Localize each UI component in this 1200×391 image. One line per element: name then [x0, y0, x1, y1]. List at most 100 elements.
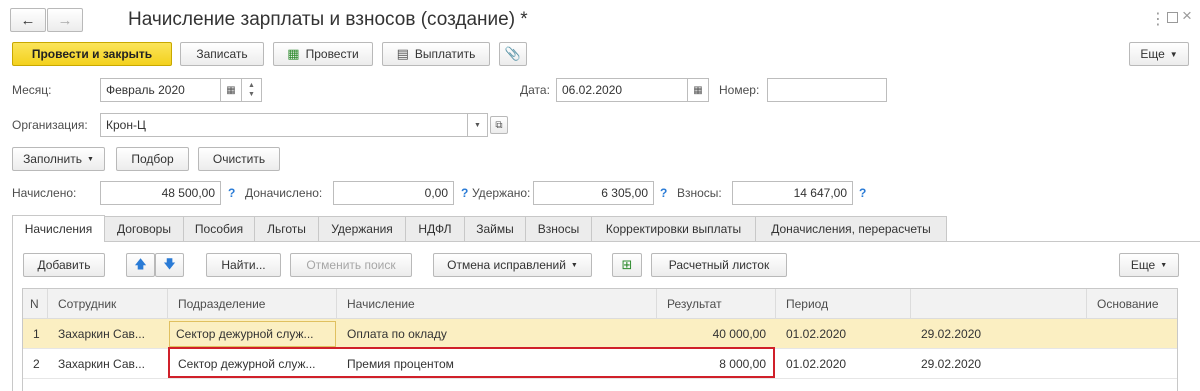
extra-accrued-field: 0,00	[333, 181, 454, 205]
more-button[interactable]: Еще ▼	[1129, 42, 1189, 66]
pick-button[interactable]: Подбор	[116, 147, 189, 171]
open-link-icon: ⧉	[495, 119, 503, 131]
organization-field[interactable]: Крон-Ц	[100, 113, 468, 137]
cell-period-end: 29.02.2020	[921, 327, 982, 341]
payment-document-icon: ▤	[396, 46, 409, 61]
post-and-close-button[interactable]: Провести и закрыть	[12, 42, 172, 66]
tab-loans[interactable]: Займы	[464, 216, 526, 241]
arrow-down-icon: 🡇	[163, 256, 176, 271]
month-label: Месяц:	[12, 83, 52, 97]
cell-employee: Захаркин Сав...	[58, 327, 145, 341]
cancel-corrections-button[interactable]: Отмена исправлений ▼	[433, 253, 592, 277]
grid-more-button[interactable]: Еще ▼	[1119, 253, 1179, 277]
open-organization-button[interactable]: ⧉	[490, 116, 508, 134]
table-row[interactable]: 1 Захаркин Сав... Сектор дежурной служ..…	[23, 319, 1177, 349]
tab-accruals[interactable]: Начисления	[12, 215, 105, 242]
column-header-period-end[interactable]	[911, 289, 1087, 319]
save-button[interactable]: Записать	[180, 42, 264, 66]
column-header-n[interactable]: N	[23, 289, 48, 319]
month-field[interactable]: Февраль 2020	[100, 78, 221, 102]
cell-accrual: Оплата по окладу	[347, 327, 447, 341]
attach-button[interactable]: 📎	[499, 42, 527, 66]
extra-accrued-help-icon[interactable]: ?	[461, 181, 468, 205]
maximize-icon[interactable]	[1167, 12, 1178, 23]
pay-button[interactable]: ▤ Выплатить	[382, 42, 490, 66]
tab-contracts[interactable]: Договоры	[104, 216, 184, 241]
accruals-table: N Сотрудник Подразделение Начисление Рез…	[22, 288, 1178, 391]
column-header-result[interactable]: Результат	[657, 289, 776, 319]
fill-button[interactable]: Заполнить ▼	[12, 147, 105, 171]
cell-period-start: 01.02.2020	[786, 357, 847, 371]
tab-recalculations[interactable]: Доначисления, перерасчеты	[755, 216, 947, 241]
chevron-down-icon: ▼	[248, 91, 255, 98]
cell-employee: Захаркин Сав...	[58, 357, 145, 371]
table-settings-button[interactable]: ⊞	[612, 253, 642, 277]
accrued-field: 48 500,00	[100, 181, 221, 205]
date-calendar-button[interactable]: ▦	[687, 78, 709, 102]
post-button[interactable]: ▦ Провести	[273, 42, 373, 66]
dropdown-arrow-icon: ▼	[474, 121, 481, 129]
payslip-button[interactable]: Расчетный листок	[651, 253, 787, 277]
calendar-icon: ▦	[693, 84, 703, 96]
dropdown-arrow-icon: ▼	[1169, 49, 1178, 59]
table-plus-icon: ⊞	[621, 257, 633, 272]
calendar-icon: ▦	[226, 84, 236, 96]
arrow-up-icon: 🡅	[134, 256, 147, 271]
cell-period-start: 01.02.2020	[786, 327, 847, 341]
contributions-label: Взносы:	[677, 186, 722, 200]
month-calendar-button[interactable]: ▦	[220, 78, 242, 102]
move-up-button[interactable]: 🡅	[126, 253, 155, 277]
tab-ndfl[interactable]: НДФЛ	[405, 216, 465, 241]
dropdown-arrow-icon: ▼	[86, 155, 94, 163]
tab-payment-adjustments[interactable]: Корректировки выплаты	[591, 216, 756, 241]
withheld-field: 6 305,00	[533, 181, 654, 205]
forward-button[interactable]: →	[47, 8, 83, 32]
back-button[interactable]: ←	[10, 8, 46, 32]
tab-deductions[interactable]: Удержания	[318, 216, 406, 241]
contributions-help-icon[interactable]: ?	[859, 181, 866, 205]
extra-accrued-label: Доначислено:	[245, 186, 323, 200]
close-icon[interactable]: ×	[1182, 6, 1192, 26]
tab-privileges[interactable]: Льготы	[254, 216, 319, 241]
accrued-help-icon[interactable]: ?	[228, 181, 235, 205]
column-header-accrual[interactable]: Начисление	[337, 289, 657, 319]
cell-basis	[1087, 319, 1177, 349]
cell-n: 2	[33, 357, 40, 371]
withheld-label: Удержано:	[472, 186, 531, 200]
withheld-help-icon[interactable]: ?	[660, 181, 667, 205]
number-field[interactable]	[767, 78, 887, 102]
find-button[interactable]: Найти...	[206, 253, 281, 277]
add-row-button[interactable]: Добавить	[23, 253, 105, 277]
month-stepper[interactable]: ▲ ▼	[241, 78, 262, 102]
organization-label: Организация:	[12, 118, 88, 132]
menu-dots-icon[interactable]: ⋮	[1150, 9, 1166, 29]
date-label: Дата:	[520, 83, 550, 97]
accrued-label: Начислено:	[12, 186, 77, 200]
cell-result: 40 000,00	[712, 327, 766, 341]
date-field[interactable]: 06.02.2020	[556, 78, 688, 102]
highlight-frame	[168, 347, 775, 378]
tab-benefits[interactable]: Пособия	[183, 216, 255, 241]
cell-n: 1	[33, 327, 40, 341]
cell-period-end: 29.02.2020	[921, 357, 982, 371]
number-label: Номер:	[719, 83, 760, 97]
dropdown-arrow-icon: ▼	[1160, 261, 1168, 269]
arrow-left-icon: ←	[20, 11, 36, 29]
clear-button[interactable]: Очистить	[198, 147, 280, 171]
cell-basis	[1087, 349, 1177, 379]
tab-contributions[interactable]: Взносы	[525, 216, 592, 241]
organization-dropdown[interactable]: ▼	[467, 113, 488, 137]
move-down-button[interactable]: 🡇	[155, 253, 184, 277]
page-title: Начисление зарплаты и взносов (создание)…	[128, 9, 528, 30]
column-header-employee[interactable]: Сотрудник	[48, 289, 168, 319]
cancel-search-button[interactable]: Отменить поиск	[290, 253, 412, 277]
dropdown-arrow-icon: ▼	[570, 261, 578, 269]
column-header-period[interactable]: Период	[776, 289, 911, 319]
paperclip-icon: 📎	[504, 46, 522, 61]
column-header-basis[interactable]: Основание	[1087, 289, 1177, 319]
post-document-icon: ▦	[287, 46, 300, 61]
arrow-right-icon: →	[57, 11, 73, 29]
column-header-department[interactable]: Подразделение	[168, 289, 337, 319]
chevron-up-icon: ▲	[248, 82, 255, 89]
cell-department: Сектор дежурной служ...	[169, 321, 336, 347]
